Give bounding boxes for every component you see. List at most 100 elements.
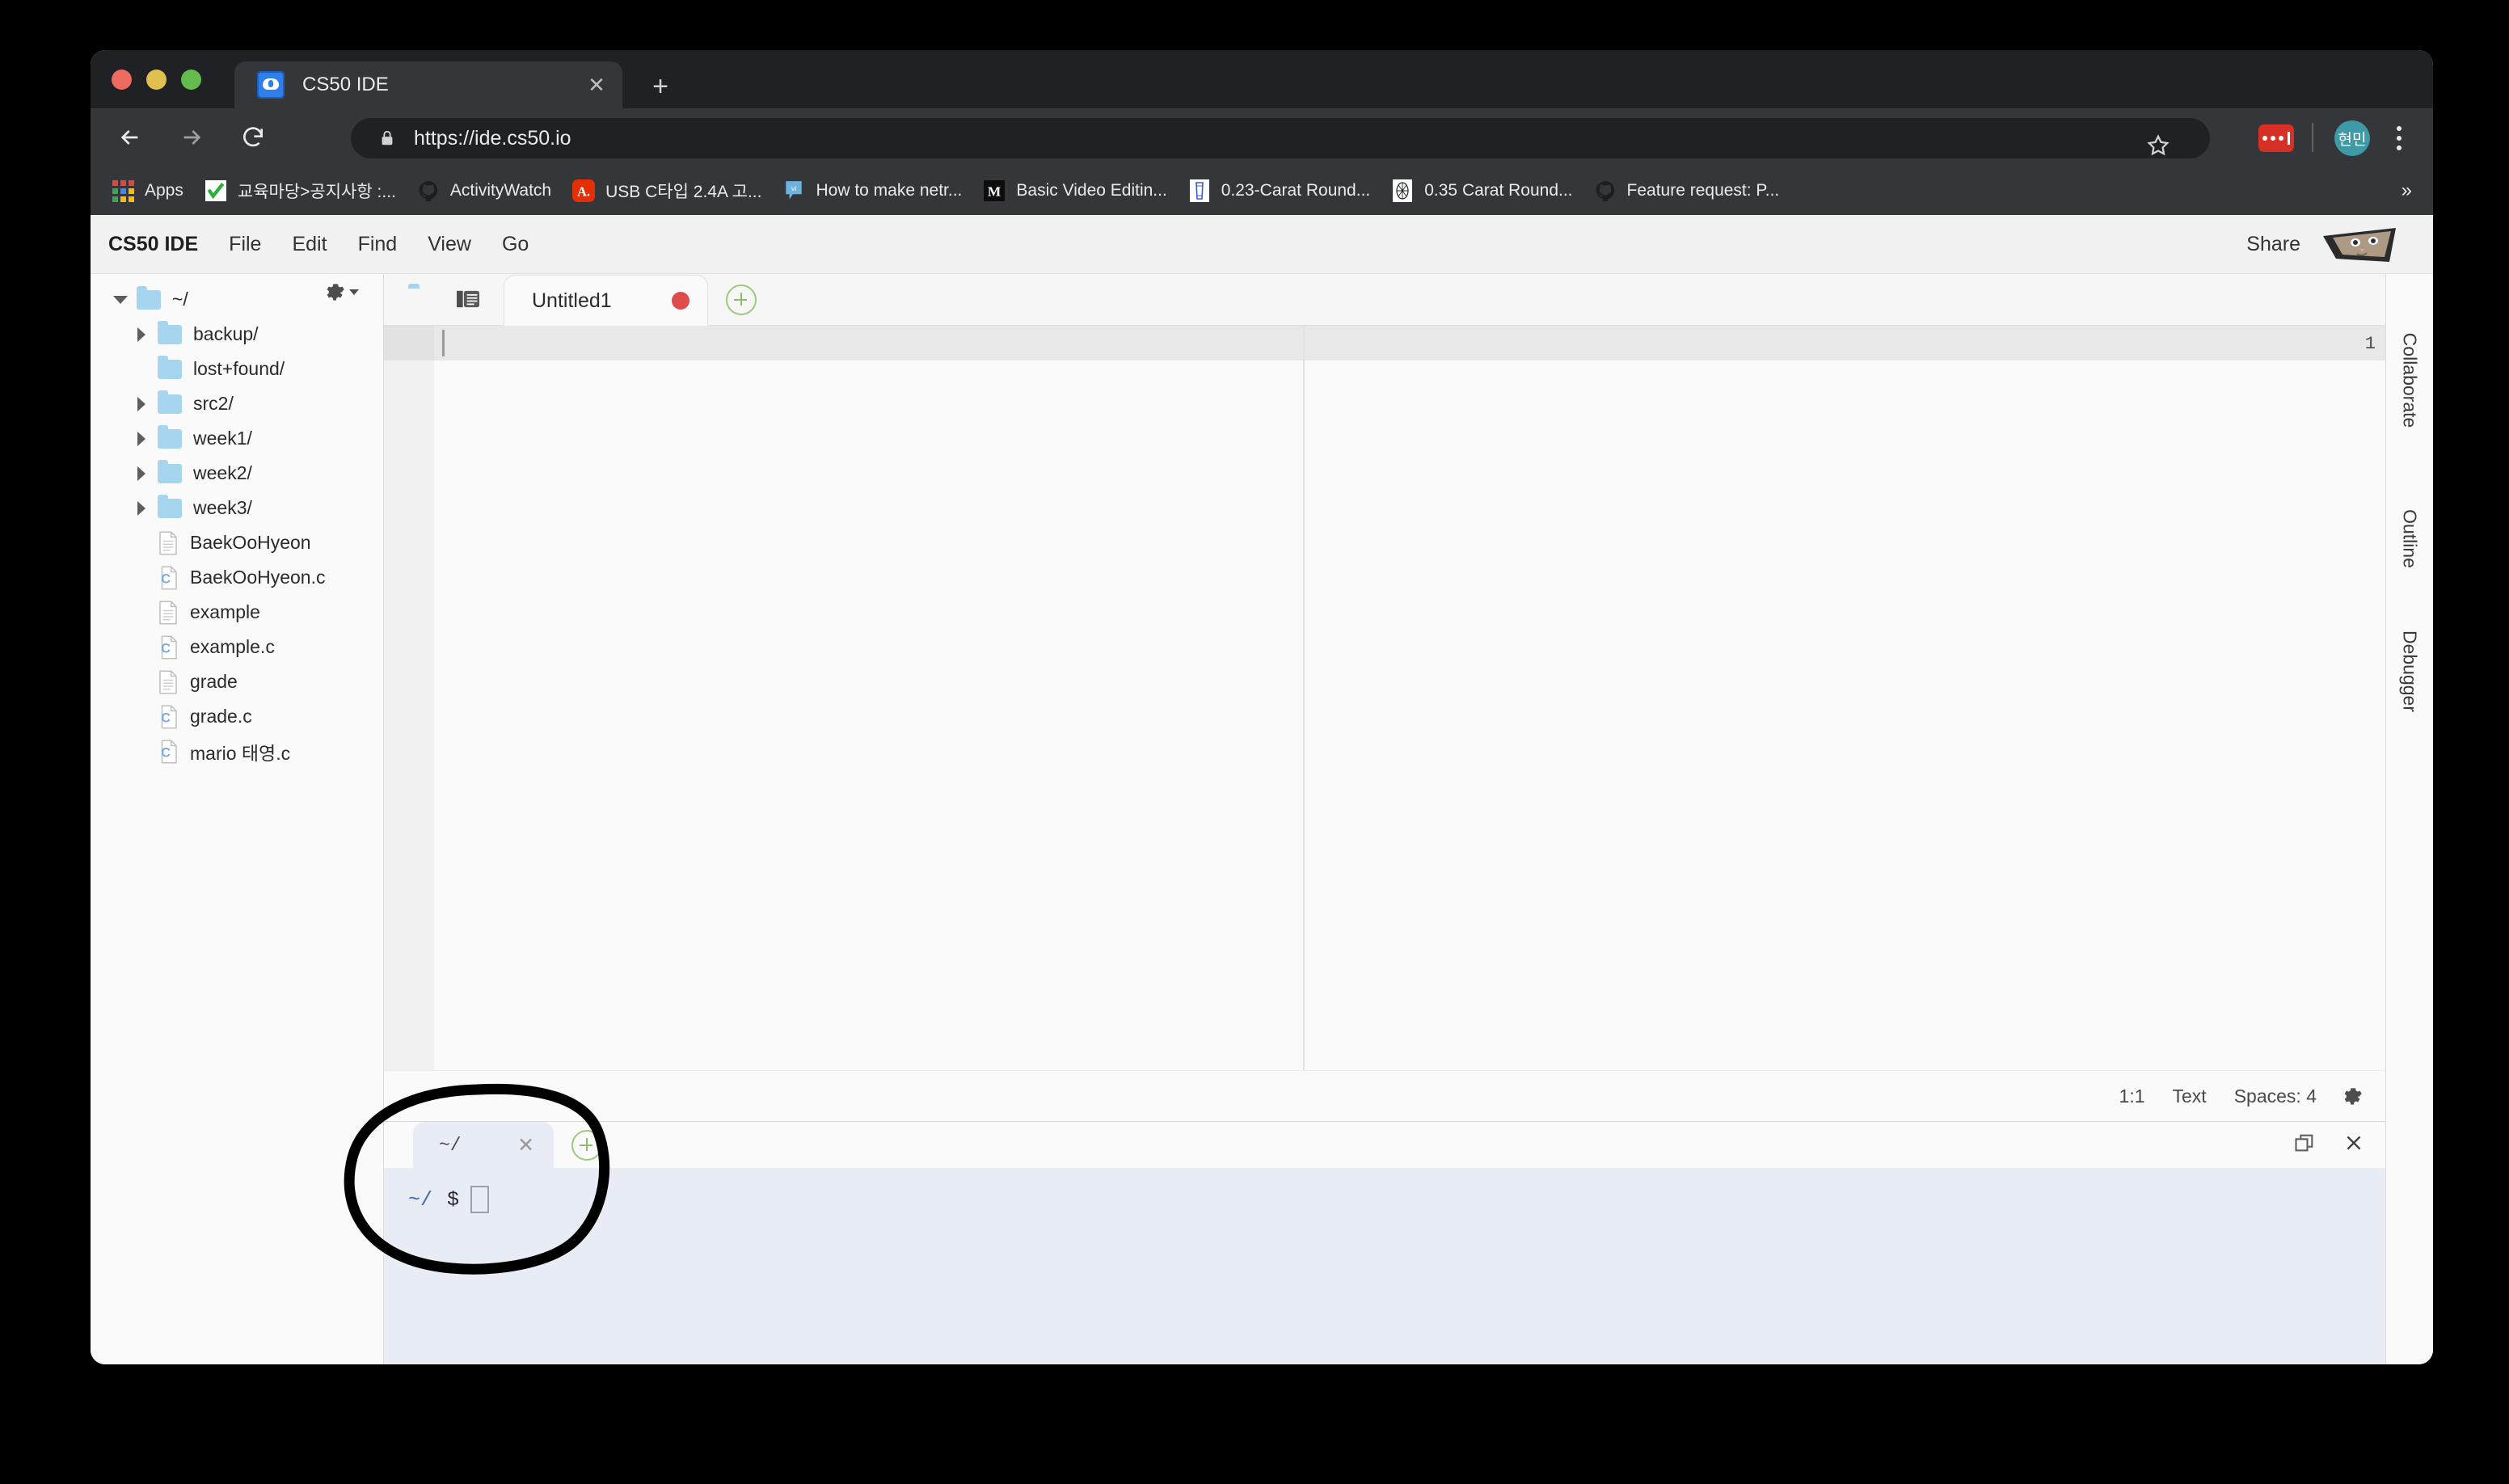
c-file-icon: C: [158, 740, 179, 764]
menu-go[interactable]: Go: [502, 233, 529, 256]
close-icon[interactable]: [2343, 1132, 2364, 1157]
file-tree-label: grade.c: [190, 706, 252, 727]
chevron-right-icon[interactable]: [133, 430, 150, 448]
no-chevron-placeholder: [133, 569, 150, 587]
file-tree-item-example[interactable]: example: [91, 595, 383, 630]
bookmarks-overflow-button[interactable]: »: [2401, 179, 2412, 202]
star-icon[interactable]: [2140, 128, 2176, 163]
line-number: 1: [2364, 334, 2376, 354]
svg-text:A.: A.: [577, 183, 590, 199]
forward-arrow-icon[interactable]: [170, 116, 213, 159]
apps-grid-icon: [112, 179, 134, 202]
file-list-icon[interactable]: [455, 288, 484, 312]
bookmark-edunet[interactable]: 교육마당>공지사항 :...: [205, 167, 396, 215]
editor-tab-untitled1[interactable]: Untitled1: [504, 274, 708, 327]
cursor-position[interactable]: 1:1: [2119, 1086, 2145, 1107]
chevron-down-icon[interactable]: [112, 291, 129, 309]
rail-tab-collaborate[interactable]: Collaborate: [2399, 333, 2421, 428]
bookmark-medium[interactable]: M Basic Video Editin...: [983, 167, 1167, 215]
file-tree-label: week1/: [193, 428, 252, 449]
share-button[interactable]: Share: [2246, 233, 2300, 256]
cat-avatar[interactable]: [2318, 225, 2402, 265]
file-tree-item-home[interactable]: ~/: [91, 282, 383, 317]
bookmark-label: 교육마당>공지사항 :...: [237, 183, 396, 201]
close-icon[interactable]: ✕: [515, 1133, 538, 1157]
kebab-menu-icon[interactable]: [2383, 121, 2415, 155]
bookmark-apps[interactable]: Apps: [112, 167, 183, 215]
close-window-button[interactable]: [112, 70, 132, 90]
minimize-window-button[interactable]: [146, 70, 167, 90]
file-tree-item-week2[interactable]: week2/: [91, 456, 383, 491]
file-tree-label: week3/: [193, 497, 252, 518]
file-tree-item-backup[interactable]: backup/: [91, 317, 383, 352]
c-file-icon: C: [158, 635, 179, 660]
file-tree-item-example-c[interactable]: C example.c: [91, 630, 383, 664]
no-chevron-placeholder: [133, 673, 150, 691]
file-mode[interactable]: Text: [2173, 1086, 2207, 1107]
terminal-tab[interactable]: ~/ ✕: [413, 1122, 554, 1168]
file-tree-item-lost-found[interactable]: lost+found/: [91, 352, 383, 386]
file-tree-item-src2[interactable]: src2/: [91, 386, 383, 421]
close-icon[interactable]: ✕: [580, 69, 613, 101]
rail-tab-outline[interactable]: Outline: [2399, 509, 2421, 568]
chevron-right-icon[interactable]: [133, 465, 150, 483]
file-tree-item-grade-c[interactable]: C grade.c: [91, 699, 383, 734]
file-tree-item-baekoohyeon-c[interactable]: C BaekOoHyeon.c: [91, 560, 383, 595]
menu-file[interactable]: File: [229, 233, 261, 256]
folder-icon: [158, 424, 182, 449]
bookmark-label: How to make netr...: [816, 181, 963, 200]
chevron-right-icon[interactable]: [133, 500, 150, 517]
bookmark-diamond-035[interactable]: 0.35 Carat Round...: [1391, 167, 1573, 215]
indent-setting[interactable]: Spaces: 4: [2234, 1086, 2317, 1107]
profile-avatar[interactable]: 현민: [2334, 120, 2370, 156]
menu-view[interactable]: View: [428, 233, 471, 256]
editor-settings-button[interactable]: [2341, 1086, 2363, 1107]
terminal-output[interactable]: ~/ $: [384, 1168, 2385, 1364]
bookmark-vimeo[interactable]: vi How to make netr...: [782, 167, 962, 215]
maximize-window-button[interactable]: [181, 70, 201, 90]
bookmark-activitywatch[interactable]: ActivityWatch: [417, 167, 551, 215]
folder-icon: [137, 285, 161, 310]
file-tree-item-week1[interactable]: week1/: [91, 421, 383, 456]
browser-tab[interactable]: CS50 IDE ✕: [234, 61, 622, 108]
chevron-right-icon[interactable]: [133, 395, 150, 413]
bookmark-diamond-023[interactable]: 0.23-Carat Round...: [1188, 167, 1370, 215]
file-tree-item-grade[interactable]: grade: [91, 664, 383, 699]
back-arrow-icon[interactable]: [108, 116, 152, 159]
bookmark-label: Basic Video Editin...: [1016, 181, 1167, 200]
code-editor[interactable]: 1: [384, 326, 2385, 1070]
bookmark-label: USB C타입 2.4A 고...: [605, 183, 762, 201]
file-tree-item-mario-c[interactable]: C mario 태영.c: [91, 734, 383, 769]
file-tree-label: ~/: [172, 289, 188, 310]
restore-window-icon[interactable]: [2293, 1132, 2316, 1158]
terminal-window-controls: [2293, 1132, 2364, 1158]
new-terminal-button[interactable]: [571, 1129, 602, 1161]
svg-text:C: C: [161, 641, 171, 656]
reload-icon[interactable]: [231, 116, 275, 159]
window-traffic-lights: [112, 70, 201, 90]
file-tree-item-baekoohyeon[interactable]: BaekOoHyeon: [91, 525, 383, 560]
rail-tab-debugger[interactable]: Debugger: [2399, 630, 2421, 712]
file-tree-item-week3[interactable]: week3/: [91, 491, 383, 525]
chevron-right-icon[interactable]: [133, 326, 150, 344]
bookmark-label: Apps: [145, 181, 183, 200]
aliexpress-icon: A.: [572, 179, 596, 202]
extension-icon[interactable]: [2258, 124, 2294, 152]
bookmark-aliexpress[interactable]: A. USB C타입 2.4A 고...: [572, 167, 761, 215]
no-chevron-placeholder: [133, 639, 150, 656]
folder-icon[interactable]: [408, 288, 437, 312]
file-tree-label: BaekOoHyeon: [190, 532, 311, 553]
bookmark-feature-request[interactable]: Feature request: P...: [1594, 167, 1779, 215]
prompt-path: ~/: [408, 1187, 433, 1212]
unsaved-dot-icon[interactable]: [671, 292, 689, 310]
file-tree-label: src2/: [193, 393, 234, 414]
toolbar-divider: [2312, 123, 2313, 152]
folder-icon: [158, 459, 182, 483]
address-bar[interactable]: https://ide.cs50.io: [351, 118, 2210, 158]
menu-edit[interactable]: Edit: [292, 233, 327, 256]
svg-text:C: C: [161, 571, 171, 586]
new-editor-tab-button[interactable]: [725, 284, 757, 315]
menu-find[interactable]: Find: [358, 233, 398, 256]
terminal-tabbar: ~/ ✕: [384, 1122, 2385, 1169]
new-tab-button[interactable]: +: [643, 71, 677, 105]
